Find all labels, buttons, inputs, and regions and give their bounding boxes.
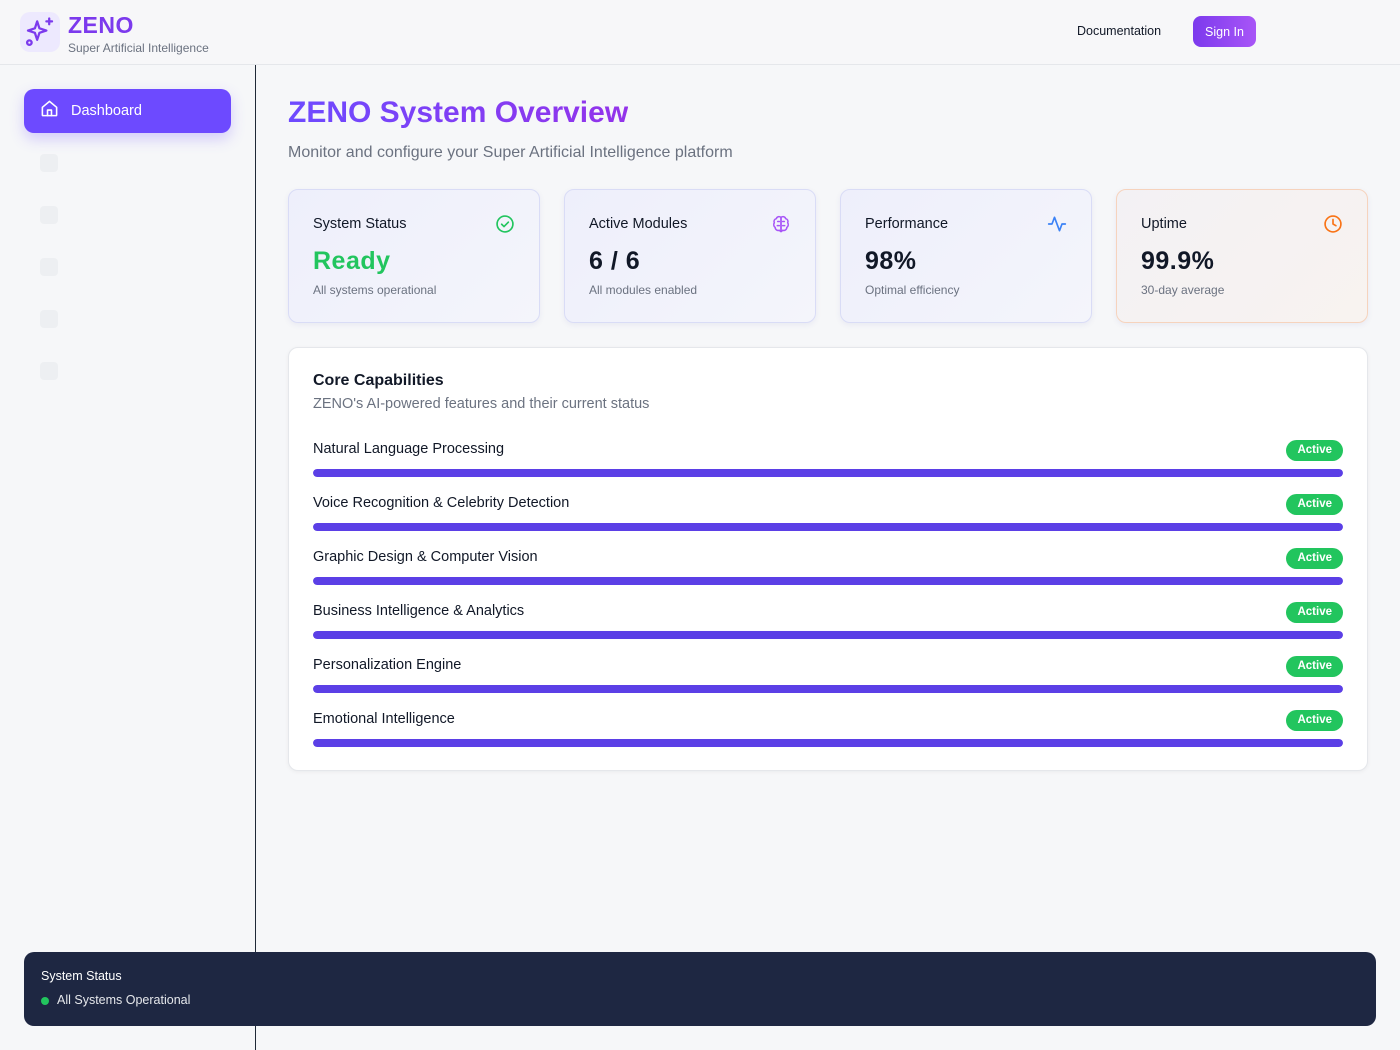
progress-track (313, 685, 1343, 693)
status-badge: Active (1286, 656, 1343, 677)
sidebar-item-faded[interactable] (24, 141, 231, 185)
status-bar-text: All Systems Operational (57, 993, 191, 1007)
status-badge: Active (1286, 602, 1343, 623)
sidebar-item-label: Dashboard (71, 103, 142, 119)
capability-row: Voice Recognition & Celebrity Detection … (313, 494, 1343, 539)
capability-row: Business Intelligence & Analytics Active (313, 602, 1343, 647)
capability-name: Personalization Engine (313, 657, 462, 673)
faded-nav-icon (40, 206, 58, 224)
capability-row: Natural Language Processing Active (313, 440, 1343, 485)
stat-value: 98% (865, 247, 917, 275)
progress-fill (313, 577, 1343, 585)
status-badge: Active (1286, 548, 1343, 569)
progress-track (313, 577, 1343, 585)
progress-fill (313, 739, 1343, 747)
progress-track (313, 739, 1343, 747)
status-badge: Active (1286, 710, 1343, 731)
stat-card-system-status: System Status Ready All systems operatio… (288, 189, 540, 323)
sidebar: Dashboard (0, 65, 256, 1050)
stat-title: System Status (313, 216, 407, 232)
faded-nav-icon (40, 310, 58, 328)
stat-card-active-modules: Active Modules 6 / 6 All modules enabled (564, 189, 816, 323)
sidebar-item-faded[interactable] (24, 245, 231, 289)
stat-value: 99.9% (1141, 247, 1215, 275)
home-icon (40, 99, 59, 123)
sign-in-button[interactable]: Sign In (1193, 16, 1256, 47)
stat-card-performance: Performance 98% Optimal efficiency (840, 189, 1092, 323)
capability-name: Emotional Intelligence (313, 711, 455, 727)
progress-fill (313, 631, 1343, 639)
core-capabilities-card: Core Capabilities ZENO's AI-powered feat… (288, 347, 1368, 771)
capability-name: Natural Language Processing (313, 441, 505, 457)
faded-nav-icon (40, 258, 58, 276)
sidebar-item-faded[interactable] (24, 193, 231, 237)
stat-card-uptime: Uptime 99.9% 30-day average (1116, 189, 1368, 323)
stat-description: All modules enabled (589, 283, 698, 297)
activity-icon (1047, 214, 1067, 234)
clock-icon (1323, 214, 1343, 234)
progress-track (313, 469, 1343, 477)
check-circle-icon (495, 214, 515, 234)
stat-description: 30-day average (1141, 283, 1225, 297)
progress-fill (313, 469, 1343, 477)
stat-title: Active Modules (589, 216, 688, 232)
capability-name: Business Intelligence & Analytics (313, 603, 525, 619)
capability-row: Emotional Intelligence Active (313, 710, 1343, 755)
progress-fill (313, 523, 1343, 531)
sidebar-item-faded[interactable] (24, 349, 231, 393)
page-subtitle: Monitor and configure your Super Artific… (288, 144, 733, 161)
capability-name: Voice Recognition & Celebrity Detection (313, 495, 570, 511)
status-badge: Active (1286, 494, 1343, 515)
status-badge: Active (1286, 440, 1343, 461)
sidebar-item-dashboard[interactable]: Dashboard (24, 89, 231, 133)
capability-row: Graphic Design & Computer Vision Active (313, 548, 1343, 593)
page-title: ZENO System Overview (288, 96, 629, 129)
system-status-bar: System Status All Systems Operational (24, 952, 1376, 1026)
faded-nav-icon (40, 154, 58, 172)
stat-value: Ready (313, 247, 391, 275)
stat-description: Optimal efficiency (865, 283, 960, 297)
progress-track (313, 523, 1343, 531)
section-title: Core Capabilities (313, 372, 444, 389)
documentation-link[interactable]: Documentation (1077, 24, 1161, 38)
status-bar-title: System Status (41, 969, 122, 983)
stat-title: Uptime (1141, 216, 1187, 232)
brand-name: ZENO (68, 12, 134, 38)
brand-subtitle: Super Artificial Intelligence (68, 41, 209, 55)
section-subtitle: ZENO's AI-powered features and their cur… (313, 396, 650, 412)
capability-row: Personalization Engine Active (313, 656, 1343, 701)
sidebar-item-faded[interactable] (24, 297, 231, 341)
status-indicator-dot (41, 997, 49, 1005)
progress-fill (313, 685, 1343, 693)
stat-value: 6 / 6 (589, 247, 641, 275)
sparkles-icon (20, 12, 60, 52)
stat-title: Performance (865, 216, 949, 232)
brain-icon (771, 214, 791, 234)
stat-description: All systems operational (313, 283, 437, 297)
capability-name: Graphic Design & Computer Vision (313, 549, 538, 565)
faded-nav-icon (40, 362, 58, 380)
progress-track (313, 631, 1343, 639)
top-header: ZENO Super Artificial Intelligence Docum… (0, 0, 1400, 65)
